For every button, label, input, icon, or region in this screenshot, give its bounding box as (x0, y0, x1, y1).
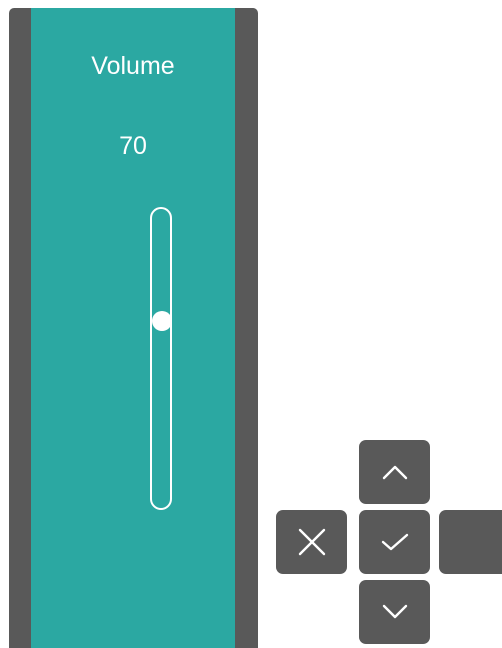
volume-value: 70 (119, 132, 147, 160)
close-icon (298, 528, 325, 556)
volume-panel-body: Volume 70 (31, 8, 235, 648)
volume-slider-track[interactable] (150, 207, 172, 510)
chevron-down-icon (382, 604, 407, 619)
up-button[interactable] (359, 440, 430, 504)
volume-title: Volume (91, 52, 175, 80)
cancel-button[interactable] (276, 510, 347, 574)
right-button[interactable] (439, 510, 502, 574)
screen: Volume 70 (0, 0, 502, 648)
ok-button[interactable] (359, 510, 430, 574)
volume-slider-thumb[interactable] (152, 311, 172, 331)
down-button[interactable] (359, 580, 430, 644)
check-icon (381, 533, 408, 551)
chevron-up-icon (382, 465, 407, 480)
volume-panel: Volume 70 (9, 8, 258, 648)
